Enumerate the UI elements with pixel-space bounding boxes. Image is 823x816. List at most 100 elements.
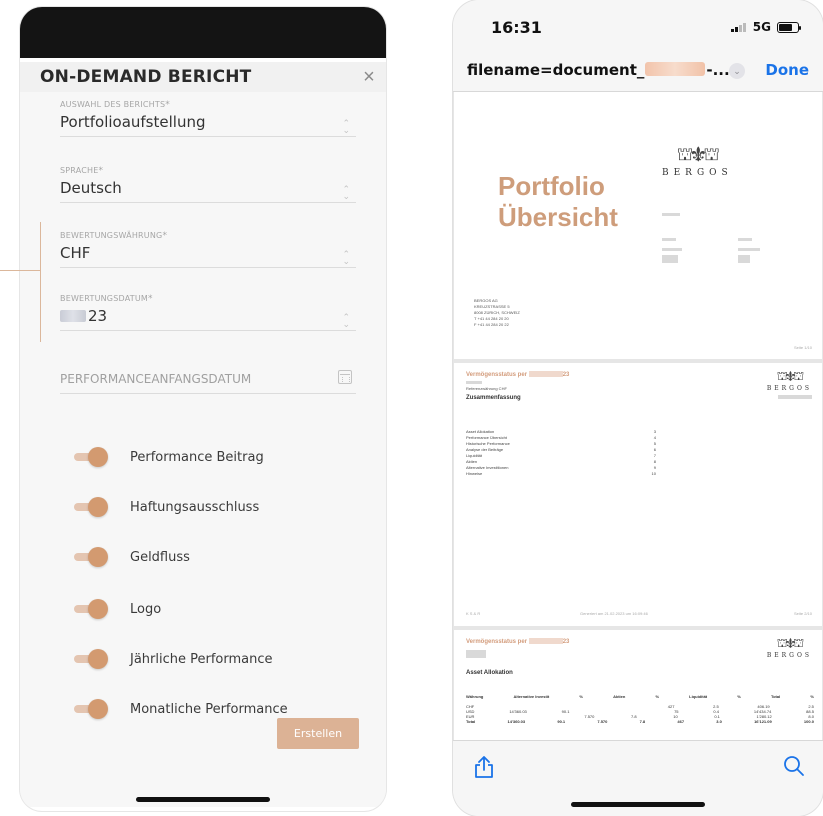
required-mark: * — [162, 231, 168, 241]
required-mark: * — [148, 294, 153, 304]
date-value: 23 — [88, 307, 108, 325]
pdf-page-3: Vermögensstatus per 23 Asset Allokation … — [454, 630, 822, 740]
report-select[interactable]: AUSWAHL DES BERICHTS* Portfolioaufstellu… — [60, 100, 356, 137]
table-row-total: Total 14'360.03 90.1 7.570 7.8 467 3.0 16'121.0… — [466, 719, 814, 724]
dialog-title: ON-DEMAND BERICHT — [40, 67, 252, 87]
language-value: Deutsch — [60, 179, 122, 197]
home-indicator — [571, 802, 705, 807]
navigation-bar: filename=document_ -... ⌄ Done — [453, 48, 823, 92]
field-underline — [60, 202, 356, 203]
pdf-document[interactable]: ⛫⚜⛫ BERGOS Portfolio Übersicht BERGOS AG… — [453, 92, 823, 740]
toc-row: Hinweise 10 — [466, 471, 656, 476]
status-bar: 16:31 5G — [453, 0, 823, 48]
annotation-bracket — [40, 222, 41, 342]
asset-allocation-heading: Asset Allokation — [466, 670, 513, 676]
toggle-switch[interactable] — [74, 699, 108, 719]
language-label: SPRACHE — [60, 166, 99, 175]
toggle-label: Monatliche Performance — [130, 701, 288, 717]
share-icon[interactable] — [473, 755, 495, 779]
footer-left: K S & R — [466, 611, 481, 616]
toggle-logo[interactable]: Logo — [74, 599, 161, 619]
asset-allocation-table: Währung Alternative Investit% Aktien% Liqui… — [466, 694, 814, 724]
annotation-line — [0, 270, 40, 271]
pdf-page-2: Vermögensstatus per 23 Referenzwährung C… — [454, 363, 822, 626]
page-number: Seite 2/10 — [793, 611, 812, 616]
toggle-geldfluss[interactable]: Geldfluss — [74, 547, 190, 567]
toggle-switch[interactable] — [74, 547, 108, 567]
required-mark: * — [98, 166, 104, 176]
toggle-label: Performance Beitrag — [130, 449, 264, 465]
redacted-date — [60, 310, 86, 322]
top-bar — [20, 7, 386, 58]
bergos-logo: ⛫⚜⛫ BERGOS — [766, 636, 812, 659]
battery-icon — [777, 21, 801, 33]
select-arrows-icon: ⌃ ⌄ — [342, 249, 350, 266]
bergos-logo: ⛫⚜⛫ BERGOS — [662, 144, 733, 178]
dialog-body: AUSWAHL DES BERICHTS* Portfolioaufstellu… — [20, 92, 386, 807]
filename-title[interactable]: filename=document_ -... — [467, 61, 730, 79]
cover-title: Portfolio Übersicht — [498, 171, 618, 233]
footer-generated: Generiert am 21.02.2023 um 16:09:46 — [580, 611, 648, 616]
select-arrows-icon: ⌃ ⌄ — [342, 118, 350, 135]
field-underline — [60, 330, 356, 331]
select-arrows-icon: ⌃ ⌄ — [342, 312, 350, 329]
erstellen-button[interactable]: Erstellen — [277, 718, 359, 749]
toggle-label: Haftungsausschluss — [130, 499, 260, 515]
report-label: AUSWAHL DES BERICHTS — [60, 100, 166, 109]
dialog-header: ON-DEMAND BERICHT × — [20, 62, 386, 92]
toggle-switch[interactable] — [74, 447, 108, 467]
redacted-date — [645, 61, 706, 76]
summary-heading: Zusammenfassung — [466, 395, 521, 401]
toggle-switch[interactable] — [74, 649, 108, 669]
bank-address: BERGOS AG KREUZSTRASSE 5 8008 ZÜRICH, SC… — [474, 298, 520, 327]
performance-start-date-field[interactable]: PERFORMANCEANFANGSDATUM — [60, 370, 356, 394]
calendar-icon[interactable] — [338, 370, 352, 384]
network-label: 5G — [752, 20, 771, 34]
date-label: BEWERTUNGSDATUM — [60, 294, 149, 303]
toggle-monatliche-performance[interactable]: Monatliche Performance — [74, 699, 288, 719]
close-icon[interactable]: × — [358, 66, 380, 89]
logo-mark: ⛫⚜⛫ — [676, 144, 720, 164]
page-number: Seite 1/10 — [793, 345, 812, 350]
table-of-contents: Asset Allokation 3 Performance Übersicht 4… — [466, 429, 656, 477]
cover-title-line2: Übersicht — [498, 202, 618, 232]
valuation-date-select[interactable]: BEWERTUNGSDATUM* 23 ⌃ ⌄ — [60, 294, 356, 331]
field-underline — [60, 136, 356, 137]
field-underline — [60, 267, 356, 268]
done-button[interactable]: Done — [765, 61, 809, 79]
home-indicator — [136, 797, 270, 802]
cover-title-line1: Portfolio — [498, 171, 605, 201]
table-header: Währung Alternative Investit% Aktien% Liqui… — [466, 694, 814, 699]
toggle-switch[interactable] — [74, 599, 108, 619]
search-icon[interactable] — [783, 755, 805, 777]
filename-prefix: filename=document_ — [467, 60, 645, 79]
field-underline — [60, 393, 356, 394]
section-title: Vermögensstatus per 23 — [466, 371, 570, 378]
toggle-performance-beitrag[interactable]: Performance Beitrag — [74, 447, 264, 467]
status-time: 16:31 — [491, 18, 542, 37]
toggle-label: Geldfluss — [130, 549, 190, 565]
toggle-jaehrliche-performance[interactable]: Jährliche Performance — [74, 649, 273, 669]
select-arrows-icon: ⌃ ⌄ — [342, 184, 350, 201]
toggle-label: Jährliche Performance — [130, 651, 273, 667]
chevron-down-icon[interactable]: ⌄ — [729, 63, 745, 79]
toggle-label: Logo — [130, 601, 162, 617]
on-demand-report-dialog: ON-DEMAND BERICHT × AUSWAHL DES BERICHTS… — [20, 7, 386, 811]
toggle-switch[interactable] — [74, 497, 108, 517]
pdf-page-1: ⛫⚜⛫ BERGOS Portfolio Übersicht BERGOS AG… — [454, 92, 822, 359]
language-select[interactable]: SPRACHE* Deutsch ⌃ ⌄ — [60, 166, 356, 203]
currency-label: BEWERTUNGSWÄHRUNG — [60, 231, 163, 240]
currency-value: CHF — [60, 244, 91, 262]
bottom-toolbar — [453, 740, 823, 816]
filename-suffix: -... — [706, 60, 730, 79]
section-title: Vermögensstatus per 23 — [466, 638, 570, 645]
report-value: Portfolioaufstellung — [60, 113, 206, 131]
signal-icon — [730, 22, 747, 32]
pdf-viewer-phone: 16:31 5G filename=document_ -... ⌄ Done ⛫… — [453, 0, 823, 816]
currency-select[interactable]: BEWERTUNGSWÄHRUNG* CHF ⌃ ⌄ — [60, 231, 356, 268]
toggle-haftungsausschluss[interactable]: Haftungsausschluss — [74, 497, 259, 517]
bergos-logo: ⛫⚜⛫ BERGOS — [766, 369, 812, 392]
required-mark: * — [165, 100, 170, 110]
performance-start-label: PERFORMANCEANFANGSDATUM — [60, 372, 252, 386]
reference-currency: Referenzwährung CHF — [466, 386, 507, 391]
